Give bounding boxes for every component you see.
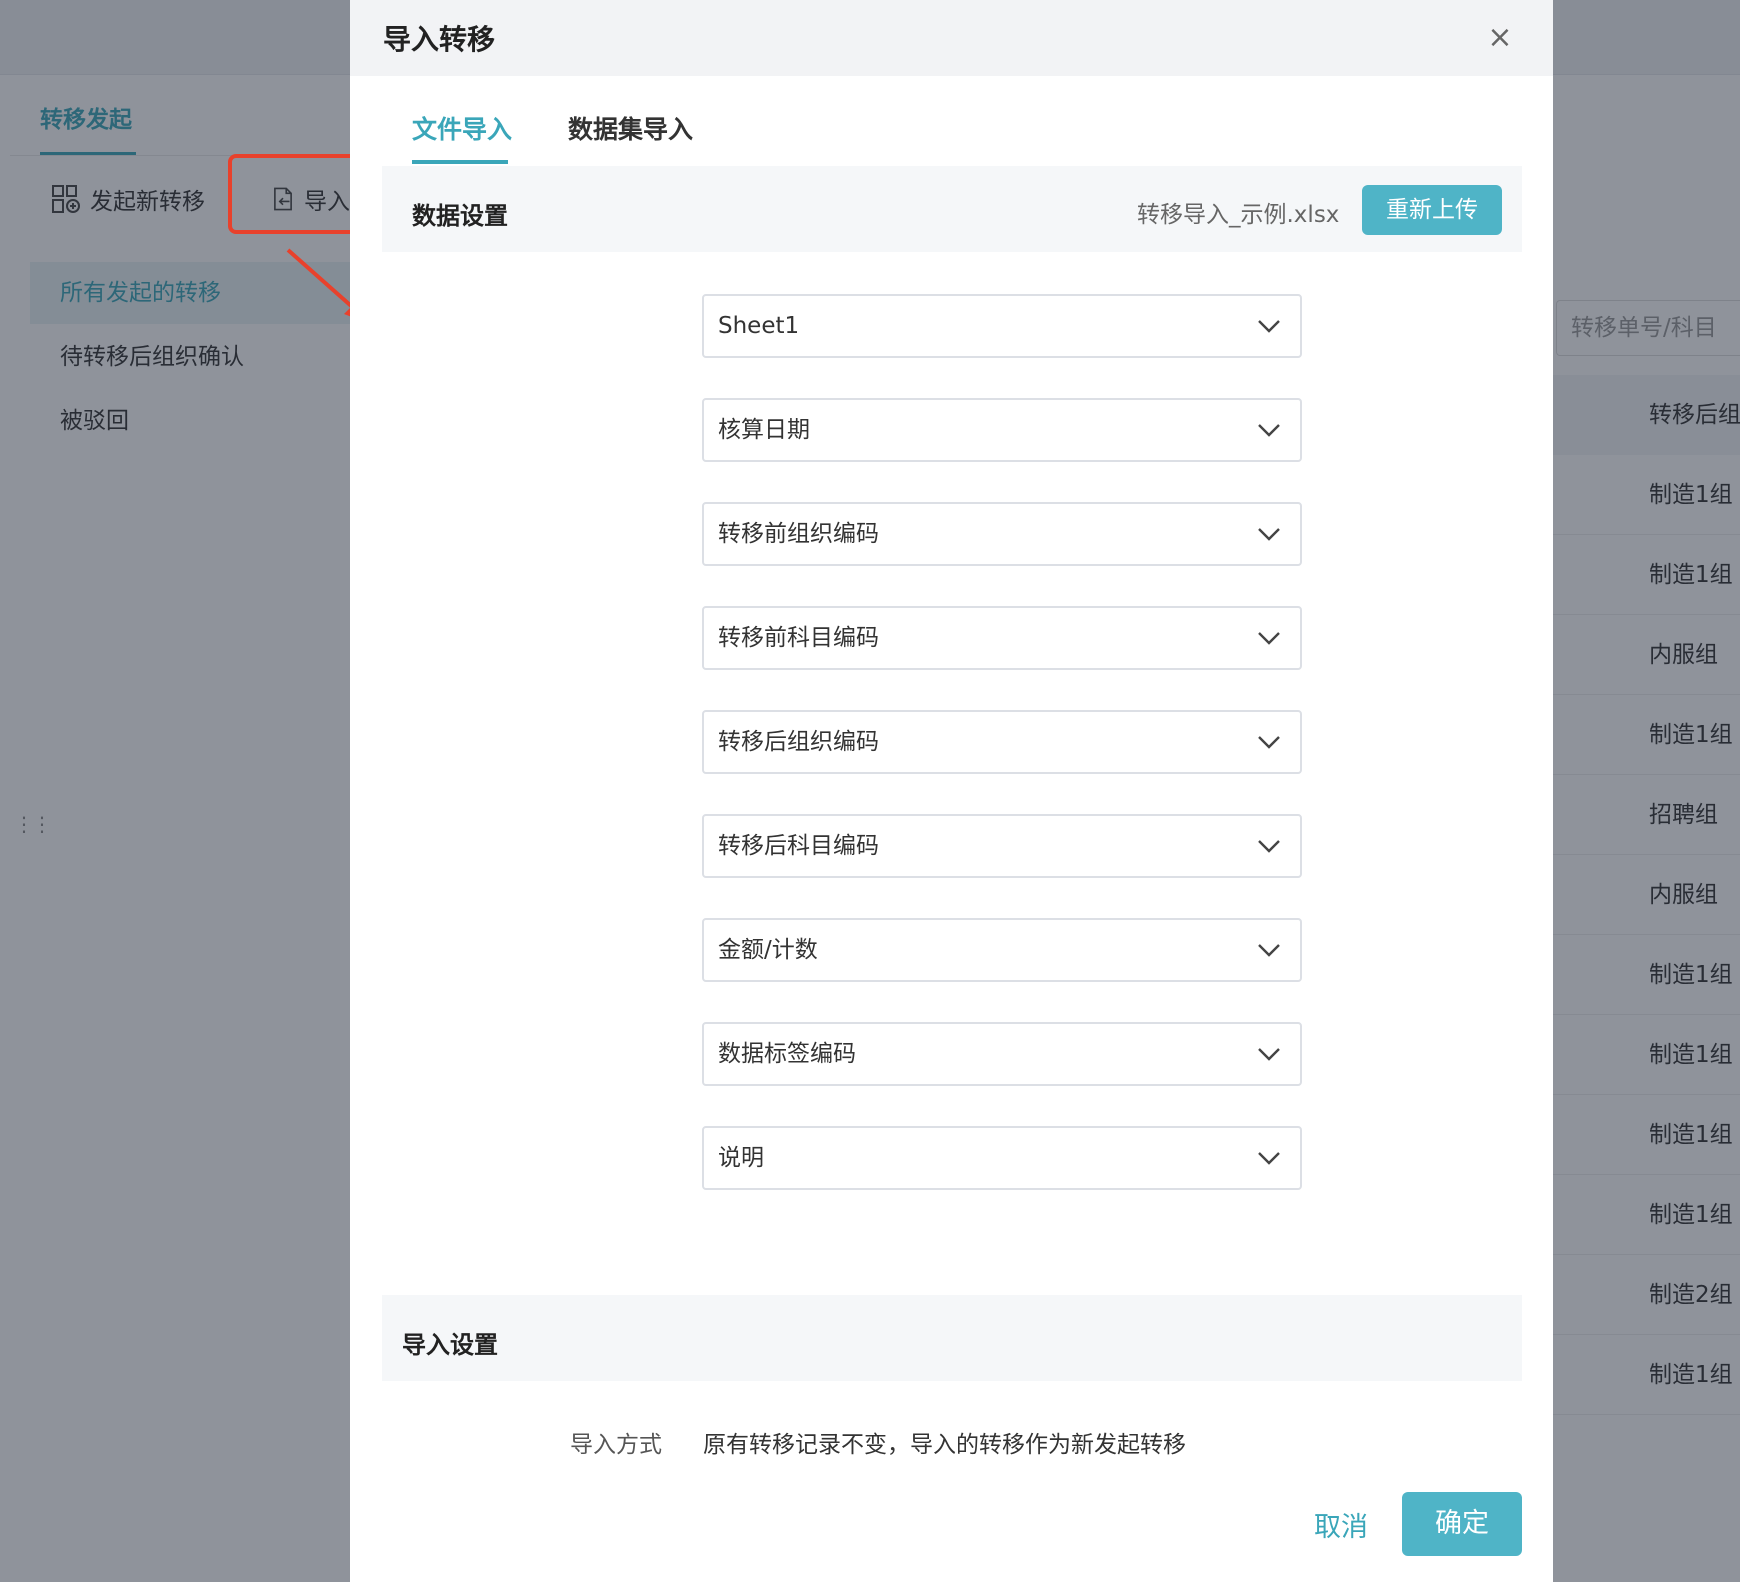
import-transfer-modal: 导入转移 × 文件导入 数据集导入 数据设置 转移导入_示例.xlsx 重新上传… bbox=[350, 0, 1553, 1582]
select-value: 转移前科目编码 bbox=[718, 625, 879, 651]
field-select[interactable]: 转移后组织编码 bbox=[702, 710, 1302, 774]
chevron-down-icon bbox=[1258, 840, 1280, 853]
form-row: 核算日期*核算日期 bbox=[350, 398, 1553, 462]
chevron-down-icon bbox=[1258, 528, 1280, 541]
form-row: 转移前科目编码*转移前科目编码 bbox=[350, 606, 1553, 670]
cancel-button[interactable]: 取消 bbox=[1286, 1498, 1396, 1558]
import-method-label: 导入方式 bbox=[570, 1432, 662, 1458]
field-select[interactable]: 数据标签编码 bbox=[702, 1022, 1302, 1086]
reupload-button[interactable]: 重新上传 bbox=[1362, 185, 1502, 235]
select-value: Sheet1 bbox=[718, 313, 800, 339]
select-value: 说明 bbox=[718, 1145, 764, 1171]
uploaded-file-name: 转移导入_示例.xlsx bbox=[1137, 202, 1340, 228]
chevron-down-icon bbox=[1258, 1152, 1280, 1165]
select-value: 转移后科目编码 bbox=[718, 833, 879, 859]
import-method-value: 原有转移记录不变，导入的转移作为新发起转移 bbox=[703, 1432, 1186, 1458]
data-settings-bar bbox=[382, 166, 1522, 252]
confirm-button[interactable]: 确定 bbox=[1402, 1492, 1522, 1556]
select-value: 转移前组织编码 bbox=[718, 521, 879, 547]
import-settings-bar bbox=[382, 1295, 1522, 1381]
data-settings-title: 数据设置 bbox=[412, 202, 508, 230]
select-value: 数据标签编码 bbox=[718, 1041, 856, 1067]
import-settings-title: 导入设置 bbox=[402, 1331, 498, 1359]
tab-dataset-import[interactable]: 数据集导入 bbox=[568, 110, 693, 146]
form-row: 工作表Sheet1 bbox=[350, 294, 1553, 358]
chevron-down-icon bbox=[1258, 424, 1280, 437]
select-value: 转移后组织编码 bbox=[718, 729, 879, 755]
field-select[interactable]: 金额/计数 bbox=[702, 918, 1302, 982]
form-row: 金额/计数*金额/计数 bbox=[350, 918, 1553, 982]
field-select[interactable]: 转移前科目编码 bbox=[702, 606, 1302, 670]
field-select[interactable]: 核算日期 bbox=[702, 398, 1302, 462]
tab-file-import[interactable]: 文件导入 bbox=[412, 110, 512, 146]
form-row: 转移后科目编码*转移后科目编码 bbox=[350, 814, 1553, 878]
active-tab-underline bbox=[412, 160, 508, 164]
chevron-down-icon bbox=[1258, 632, 1280, 645]
close-icon[interactable]: × bbox=[1480, 18, 1520, 58]
field-select[interactable]: Sheet1 bbox=[702, 294, 1302, 358]
form-row: 转移后组织编码*转移后组织编码 bbox=[350, 710, 1553, 774]
chevron-down-icon bbox=[1258, 736, 1280, 749]
select-value: 金额/计数 bbox=[718, 937, 818, 963]
form-row: 数据标签编码数据标签编码 bbox=[350, 1022, 1553, 1086]
chevron-down-icon bbox=[1258, 320, 1280, 333]
chevron-down-icon bbox=[1258, 944, 1280, 957]
form-row: 转移前组织编码*转移前组织编码 bbox=[350, 502, 1553, 566]
field-select[interactable]: 转移后科目编码 bbox=[702, 814, 1302, 878]
chevron-down-icon bbox=[1258, 1048, 1280, 1061]
field-select[interactable]: 说明 bbox=[702, 1126, 1302, 1190]
form-row: 说明说明 bbox=[350, 1126, 1553, 1190]
modal-header: 导入转移 × bbox=[350, 0, 1553, 76]
field-select[interactable]: 转移前组织编码 bbox=[702, 502, 1302, 566]
modal-title: 导入转移 bbox=[383, 23, 496, 56]
select-value: 核算日期 bbox=[718, 417, 810, 443]
